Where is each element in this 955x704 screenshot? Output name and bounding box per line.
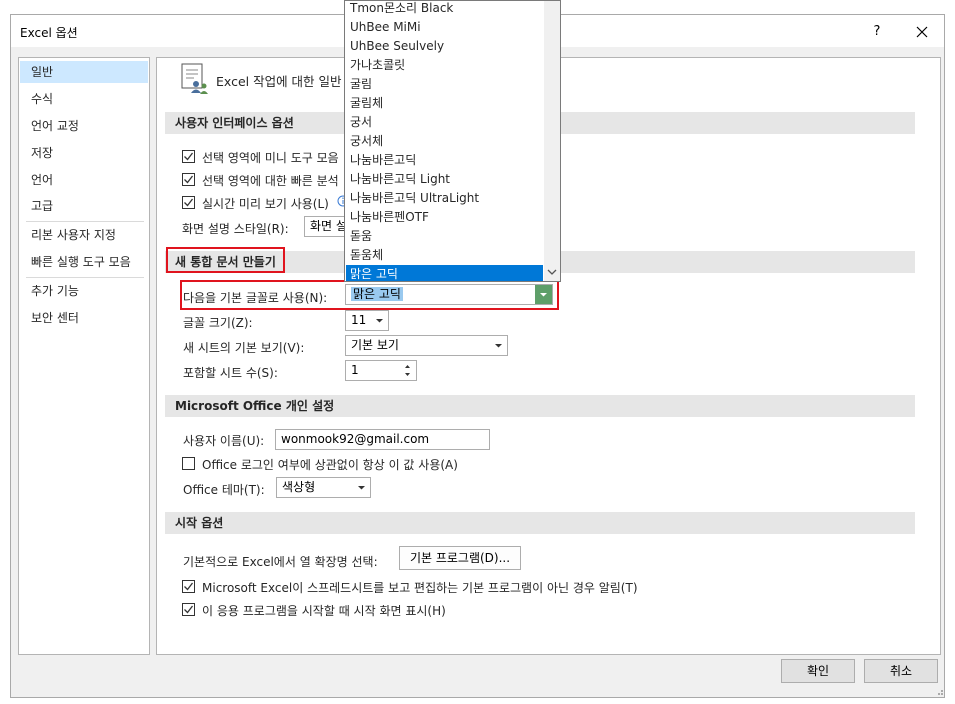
- office-theme-label: Office 테마(T):: [183, 483, 265, 497]
- default-view-value: 기본 보기: [351, 338, 399, 352]
- font-option[interactable]: 가나초콜릿: [346, 56, 543, 75]
- chevron-down-icon: [358, 486, 365, 490]
- quick-analysis-checkbox[interactable]: [182, 173, 195, 186]
- live-preview-checkbox[interactable]: [182, 196, 195, 209]
- dropdown-arrow[interactable]: [490, 336, 507, 355]
- screentip-style-label: 화면 설명 스타일(R):: [182, 222, 289, 236]
- ok-button[interactable]: 확인: [781, 659, 855, 683]
- font-size-label: 글꼴 크기(Z):: [183, 316, 253, 330]
- file-extension-label: 기본적으로 Excel에서 열 확장명 선택:: [183, 555, 378, 569]
- general-options-icon: [181, 63, 208, 94]
- sidebar-item-formulas[interactable]: 수식: [20, 88, 148, 110]
- dialog-title: Excel 옵션: [20, 26, 78, 40]
- sidebar-item-add-ins[interactable]: 추가 기능: [20, 280, 148, 302]
- office-theme-select[interactable]: 색상형: [276, 477, 371, 498]
- spinner-buttons[interactable]: [399, 361, 416, 380]
- sheet-count-label: 포함할 시트 수(S):: [183, 366, 278, 380]
- scroll-down-icon[interactable]: [547, 268, 557, 276]
- username-input[interactable]: wonmook92@gmail.com: [275, 429, 490, 450]
- font-dropdown-list[interactable]: Tmon몬소리 Black UhBee MiMi UhBee Seulvely …: [344, 0, 561, 282]
- sidebar-item-save[interactable]: 저장: [20, 142, 148, 164]
- page-header-title: Excel 작업에 대한 일반: [216, 74, 342, 89]
- show-start-screen-checkbox[interactable]: [182, 603, 195, 616]
- close-icon: [916, 26, 928, 38]
- sidebar-item-general[interactable]: 일반: [20, 61, 148, 83]
- font-option[interactable]: 돋움체: [346, 246, 543, 265]
- username-value: wonmook92@gmail.com: [281, 432, 430, 446]
- dropdown-scrollbar[interactable]: [544, 1, 560, 281]
- section-office-personalize: Microsoft Office 개인 설정: [165, 395, 915, 417]
- dropdown-arrow[interactable]: [371, 311, 388, 330]
- mini-toolbar-label: 선택 영역에 미니 도구 모음: [202, 151, 339, 165]
- always-use-label: Office 로그인 여부에 상관없이 항상 이 값 사용(A): [202, 458, 458, 472]
- highlight-box-default-font: [180, 280, 559, 310]
- sidebar-item-customize-ribbon[interactable]: 리본 사용자 지정: [20, 224, 148, 246]
- sidebar-divider: [26, 221, 144, 222]
- resize-grip-icon[interactable]: [934, 686, 944, 696]
- office-theme-value: 색상형: [282, 480, 316, 494]
- font-option[interactable]: UhBee Seulvely: [346, 37, 543, 56]
- highlight-box-section: [166, 247, 285, 273]
- checkmark-icon: [184, 605, 194, 614]
- font-option[interactable]: UhBee MiMi: [346, 18, 543, 37]
- live-preview-label: 실시간 미리 보기 사용(L): [202, 197, 329, 211]
- show-start-screen-label: 이 응용 프로그램을 시작할 때 시작 화면 표시(H): [202, 604, 446, 618]
- screentip-style-value: 화면 설: [310, 219, 346, 233]
- sidebar-item-trust-center[interactable]: 보안 센터: [20, 307, 148, 329]
- sheet-count-value: 1: [351, 363, 359, 377]
- checkmark-icon: [184, 152, 194, 161]
- notify-default-label: Microsoft Excel이 스프레드시트를 보고 편집하는 기본 프로그램…: [202, 581, 638, 595]
- category-sidebar: 일반 수식 언어 교정 저장 언어 고급 리본 사용자 지정 빠른 실행 도구 …: [18, 57, 150, 655]
- font-option[interactable]: 굴림체: [346, 94, 543, 113]
- default-programs-button[interactable]: 기본 프로그램(D)...: [399, 546, 521, 570]
- sidebar-divider: [26, 277, 144, 278]
- notify-default-checkbox[interactable]: [182, 580, 195, 593]
- section-startup-options: 시작 옵션: [165, 512, 915, 534]
- help-button[interactable]: ?: [862, 21, 892, 43]
- font-option[interactable]: 나눔바른고딕 Light: [346, 170, 543, 189]
- font-option[interactable]: 돋움: [346, 227, 543, 246]
- close-button[interactable]: [907, 21, 937, 43]
- checkmark-icon: [184, 582, 194, 591]
- font-option[interactable]: 궁서: [346, 113, 543, 132]
- cancel-button[interactable]: 취소: [864, 659, 938, 683]
- font-option[interactable]: 나눔바른고딕 UltraLight: [346, 189, 543, 208]
- sidebar-item-proofing[interactable]: 언어 교정: [20, 115, 148, 137]
- sidebar-item-quick-access-toolbar[interactable]: 빠른 실행 도구 모음: [20, 251, 148, 273]
- chevron-down-icon: [495, 344, 502, 348]
- sidebar-item-advanced[interactable]: 고급: [20, 195, 148, 217]
- quick-analysis-label: 선택 영역에 대한 빠른 분석: [202, 174, 339, 188]
- default-view-select[interactable]: 기본 보기: [345, 335, 508, 356]
- default-view-label: 새 시트의 기본 보기(V):: [183, 341, 305, 355]
- always-use-checkbox[interactable]: [182, 457, 195, 470]
- font-size-select[interactable]: 11: [345, 310, 389, 331]
- font-option-selected[interactable]: 맑은 고딕: [346, 265, 543, 281]
- chevron-down-icon: [376, 319, 383, 323]
- font-option[interactable]: Tmon몬소리 Black: [346, 1, 543, 18]
- dropdown-arrow[interactable]: [353, 478, 370, 497]
- font-size-value: 11: [351, 313, 367, 327]
- username-label: 사용자 이름(U):: [183, 434, 265, 448]
- sheet-count-spinner[interactable]: 1: [345, 360, 417, 381]
- font-option[interactable]: 나눔바른고딕: [346, 151, 543, 170]
- checkmark-icon: [184, 175, 194, 184]
- spinner-arrows-icon: [405, 365, 410, 376]
- mini-toolbar-checkbox[interactable]: [182, 150, 195, 163]
- sidebar-item-language[interactable]: 언어: [20, 169, 148, 191]
- screentip-style-select[interactable]: 화면 설: [304, 216, 346, 237]
- font-option[interactable]: 궁서체: [346, 132, 543, 151]
- checkmark-icon: [184, 198, 194, 207]
- font-option[interactable]: 나눔바른펜OTF: [346, 208, 543, 227]
- font-option[interactable]: 굴림: [346, 75, 543, 94]
